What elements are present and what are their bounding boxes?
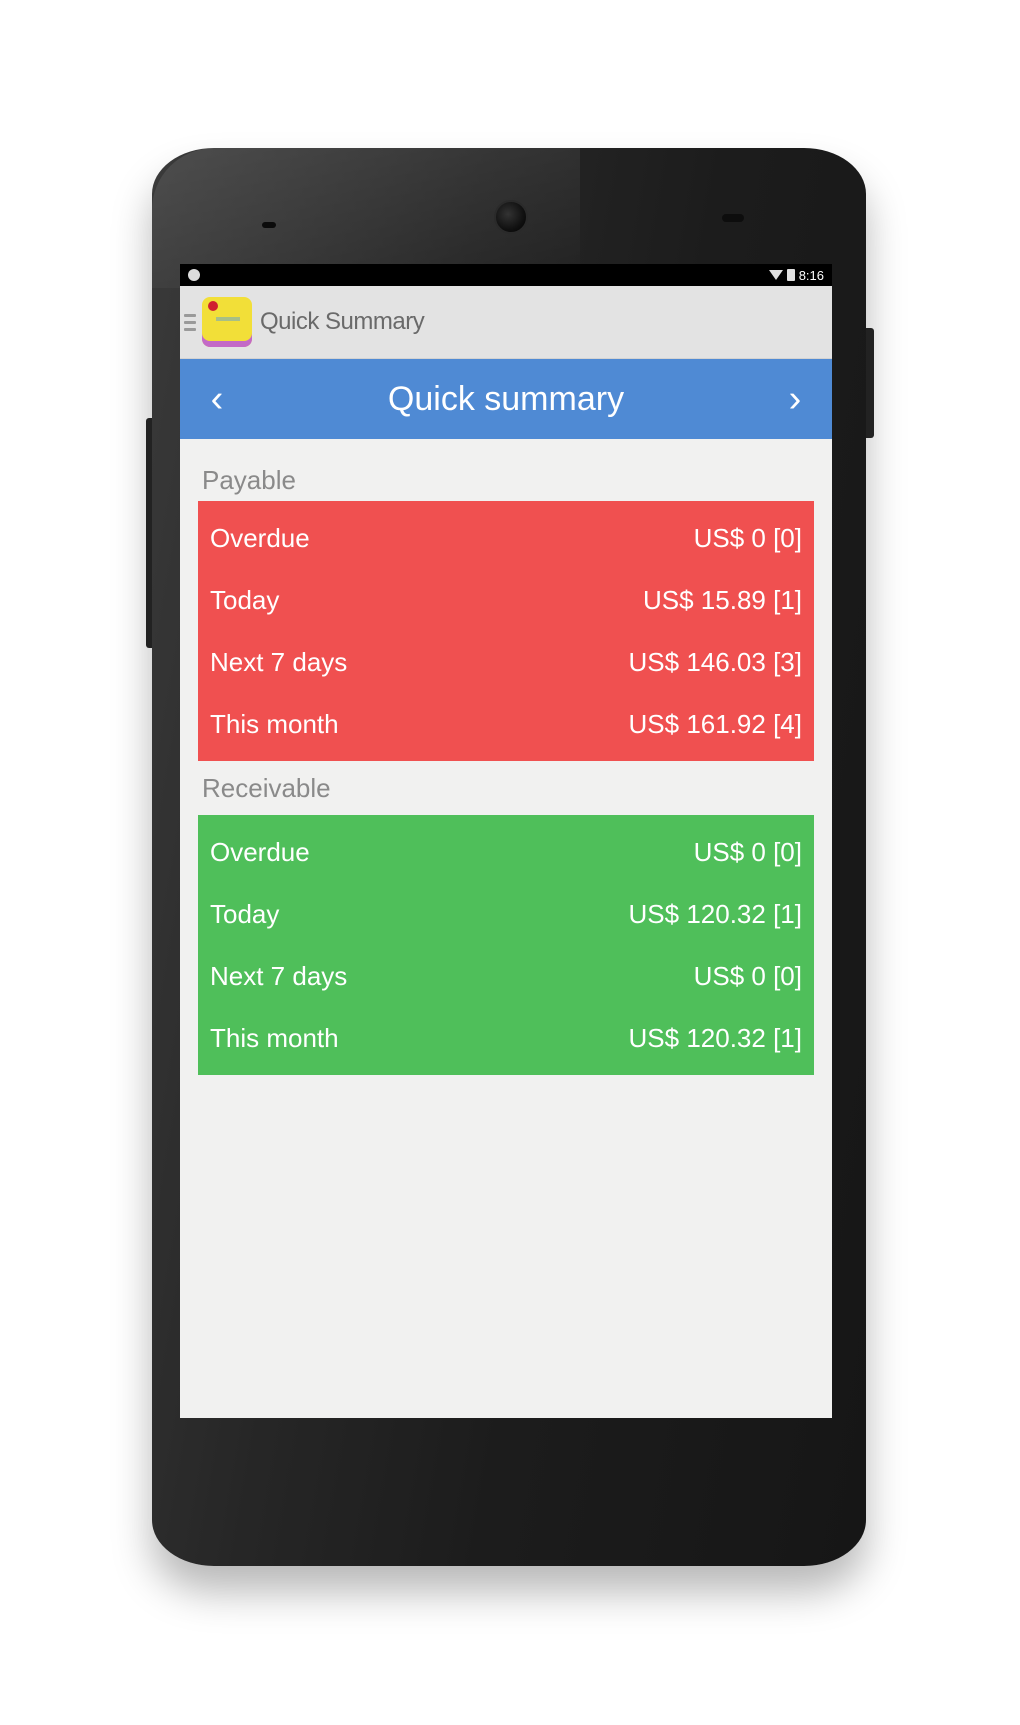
- row-label: Next 7 days: [210, 646, 348, 677]
- action-bar: Quick Summary: [180, 286, 832, 359]
- chevron-right-icon[interactable]: ›: [780, 380, 810, 418]
- earpiece-speaker: [262, 222, 276, 228]
- row-value: US$ 146.03 [3]: [628, 646, 802, 677]
- proximity-sensor: [722, 214, 744, 222]
- row-label: Today: [210, 898, 280, 929]
- period-nav-bar: ‹ Quick summary ›: [180, 359, 832, 439]
- app-logo-icon[interactable]: [202, 297, 252, 347]
- wifi-icon: [768, 270, 783, 280]
- chevron-left-icon[interactable]: ‹: [202, 380, 232, 418]
- payable-row-today[interactable]: Today US$ 15.89 [1]: [210, 569, 802, 631]
- receivable-row-today[interactable]: Today US$ 120.32 [1]: [210, 883, 802, 945]
- action-bar-title: Quick Summary: [260, 308, 425, 335]
- receivable-card[interactable]: Overdue US$ 0 [0] Today US$ 120.32 [1] N…: [198, 815, 814, 1075]
- notification-icon: [188, 269, 200, 281]
- receivable-row-this-month[interactable]: This month US$ 120.32 [1]: [210, 1007, 802, 1069]
- receivable-row-next-7-days[interactable]: Next 7 days US$ 0 [0]: [210, 945, 802, 1007]
- row-value: US$ 120.32 [1]: [628, 898, 802, 929]
- phone-frame: 8:16 Quick Summary ‹ Quick summary › Pay…: [146, 148, 874, 1566]
- receivable-section-label: Receivable: [202, 773, 331, 803]
- row-value: US$ 120.32 [1]: [628, 1022, 802, 1053]
- row-value: US$ 15.89 [1]: [643, 584, 802, 615]
- row-label: This month: [210, 708, 339, 739]
- phone-screen: 8:16 Quick Summary ‹ Quick summary › Pay…: [180, 264, 832, 1418]
- status-bar: 8:16: [180, 264, 832, 286]
- front-camera: [494, 200, 528, 234]
- hamburger-icon[interactable]: [184, 313, 196, 331]
- receivable-row-overdue[interactable]: Overdue US$ 0 [0]: [210, 821, 802, 883]
- row-value: US$ 0 [0]: [693, 960, 802, 991]
- power-button: [866, 328, 874, 438]
- row-label: Overdue: [210, 522, 310, 553]
- battery-icon: [786, 269, 795, 281]
- row-value: US$ 0 [0]: [693, 522, 802, 553]
- payable-row-this-month[interactable]: This month US$ 161.92 [4]: [210, 693, 802, 755]
- row-label: Overdue: [210, 836, 310, 867]
- payable-section-label: Payable: [202, 465, 296, 495]
- page-title: Quick summary: [387, 379, 625, 418]
- payable-card[interactable]: Overdue US$ 0 [0] Today US$ 15.89 [1] Ne…: [198, 501, 814, 761]
- row-label: This month: [210, 1022, 339, 1053]
- row-value: US$ 161.92 [4]: [628, 708, 802, 739]
- volume-button: [146, 418, 152, 648]
- status-time: 8:16: [798, 267, 824, 283]
- payable-row-next-7-days[interactable]: Next 7 days US$ 146.03 [3]: [210, 631, 802, 693]
- row-label: Today: [210, 584, 280, 615]
- payable-row-overdue[interactable]: Overdue US$ 0 [0]: [210, 507, 802, 569]
- row-value: US$ 0 [0]: [693, 836, 802, 867]
- row-label: Next 7 days: [210, 960, 348, 991]
